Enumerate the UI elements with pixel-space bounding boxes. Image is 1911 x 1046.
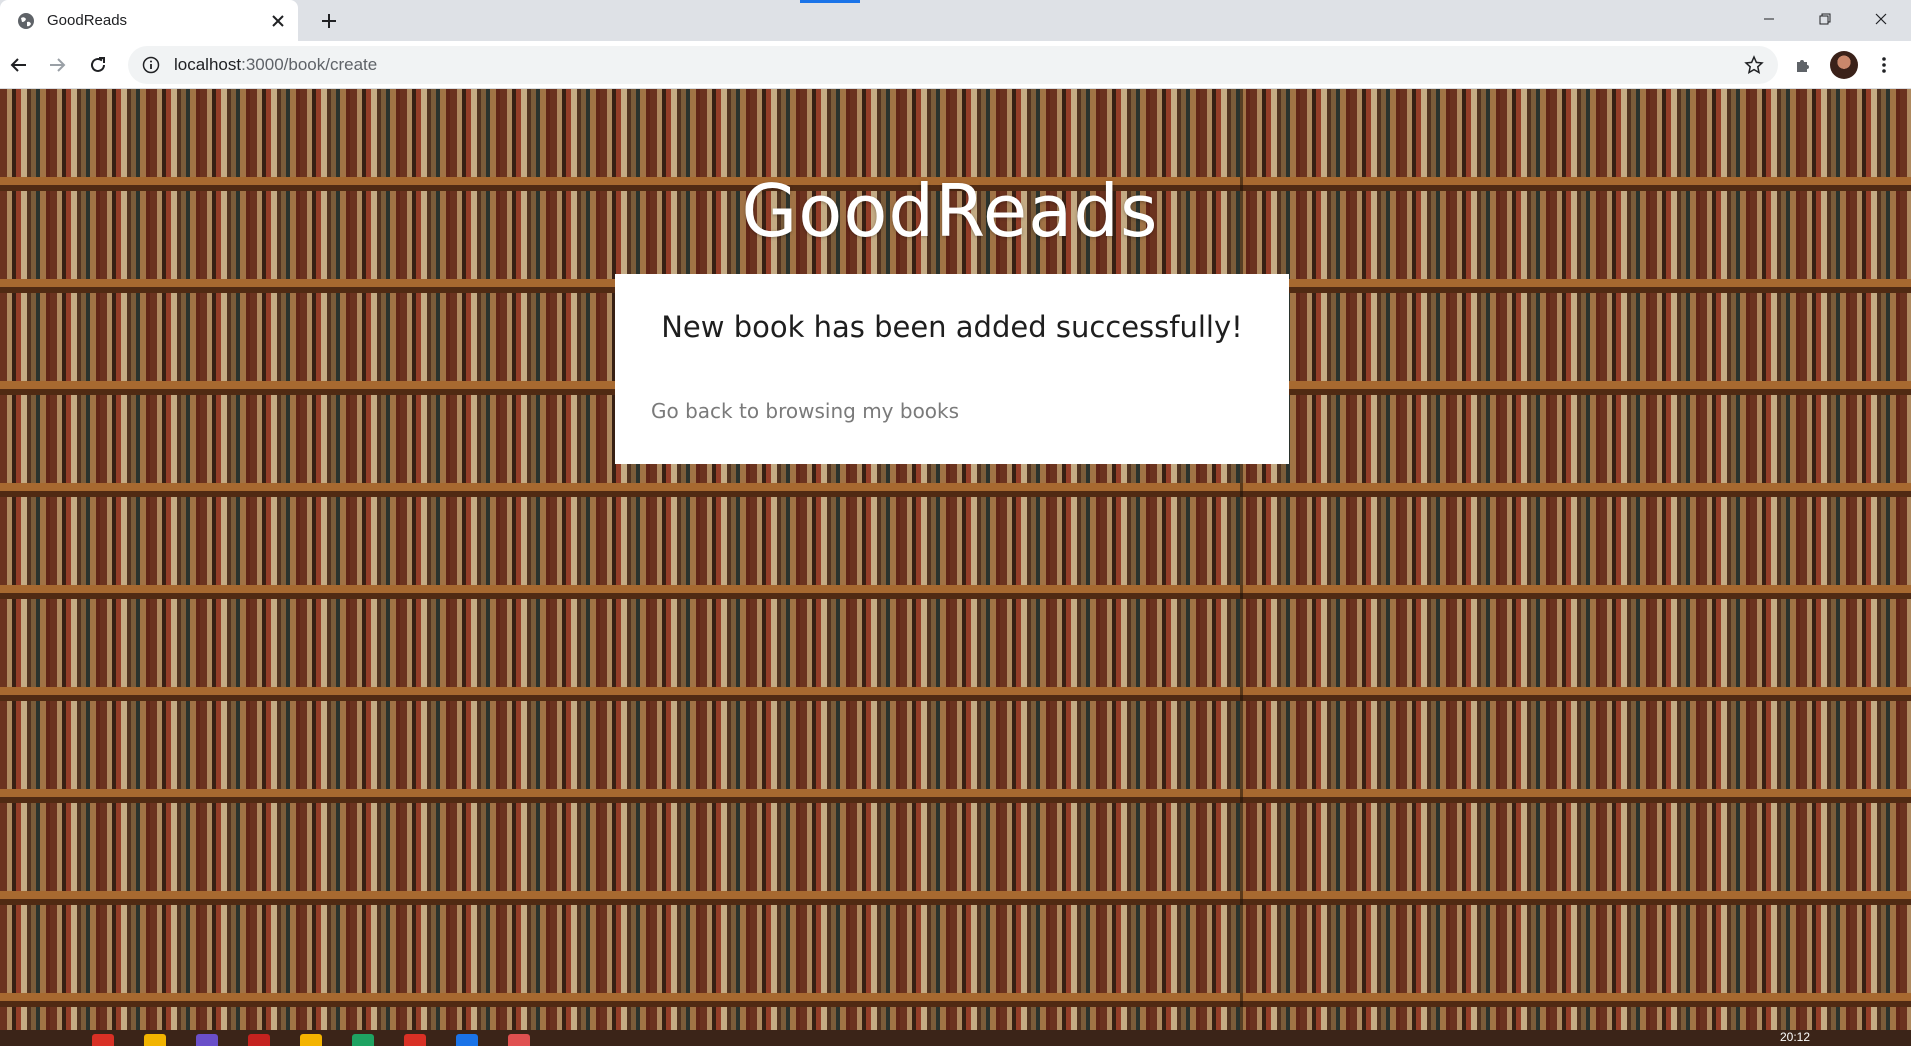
taskbar-app-icon[interactable]	[404, 1034, 426, 1046]
reload-icon	[91, 57, 105, 72]
info-icon[interactable]	[142, 56, 160, 74]
taskbar-app-icon[interactable]	[456, 1034, 478, 1046]
taskbar-clock: 20:12	[1780, 1030, 1811, 1044]
success-message: New book has been added successfully!	[661, 310, 1243, 344]
puzzle-icon	[1797, 60, 1809, 72]
new-tab-button[interactable]	[314, 6, 344, 36]
taskbar-app-icon[interactable]	[508, 1034, 530, 1046]
taskbar-app-icon[interactable]	[248, 1034, 270, 1046]
taskbar-app-icon[interactable]	[92, 1034, 114, 1046]
minimize-icon	[1764, 18, 1774, 20]
site-title: GoodReads	[741, 169, 1159, 253]
globe-icon	[18, 12, 34, 29]
success-card: New book has been added successfully! Go…	[615, 274, 1289, 464]
back-button[interactable]	[3, 49, 35, 81]
reload-button[interactable]	[82, 49, 114, 81]
star-icon[interactable]	[1744, 55, 1764, 75]
arrow-right-icon	[50, 58, 66, 72]
close-icon	[1875, 13, 1887, 25]
taskbar-app-icon[interactable]	[196, 1034, 218, 1046]
extensions-button[interactable]	[1787, 49, 1819, 81]
minimize-button[interactable]	[1741, 0, 1797, 38]
arrow-left-icon	[10, 58, 26, 72]
plus-icon	[322, 14, 336, 28]
profile-avatar[interactable]	[1830, 51, 1858, 79]
taskbar-app-icon[interactable]	[352, 1034, 374, 1046]
menu-button[interactable]	[1868, 49, 1900, 81]
os-taskbar: 20:12	[0, 1030, 1911, 1046]
window-close-button[interactable]	[1853, 0, 1909, 38]
back-to-books-link[interactable]: Go back to browsing my books	[651, 399, 959, 423]
address-bar[interactable]: localhost:3000/book/create	[128, 46, 1778, 84]
close-icon[interactable]	[264, 7, 292, 35]
tab-strip: GoodReads	[0, 0, 1911, 41]
more-vertical-icon	[1882, 57, 1886, 73]
restore-icon	[1819, 13, 1831, 25]
forward-button[interactable]	[41, 49, 73, 81]
restore-button[interactable]	[1797, 0, 1853, 38]
tab-title: GoodReads	[47, 12, 128, 29]
url-text: localhost:3000/book/create	[174, 55, 377, 75]
browser-tab[interactable]: GoodReads	[0, 0, 298, 41]
browser-toolbar: localhost:3000/book/create	[0, 41, 1911, 89]
taskbar-app-icon[interactable]	[144, 1034, 166, 1046]
url-host: localhost	[174, 55, 242, 74]
tab-loading-indicator	[800, 0, 860, 3]
taskbar-app-icon[interactable]	[300, 1034, 322, 1046]
url-path: :3000/book/create	[241, 55, 378, 74]
page-background: GoodReads New book has been added succes…	[0, 89, 1911, 1030]
